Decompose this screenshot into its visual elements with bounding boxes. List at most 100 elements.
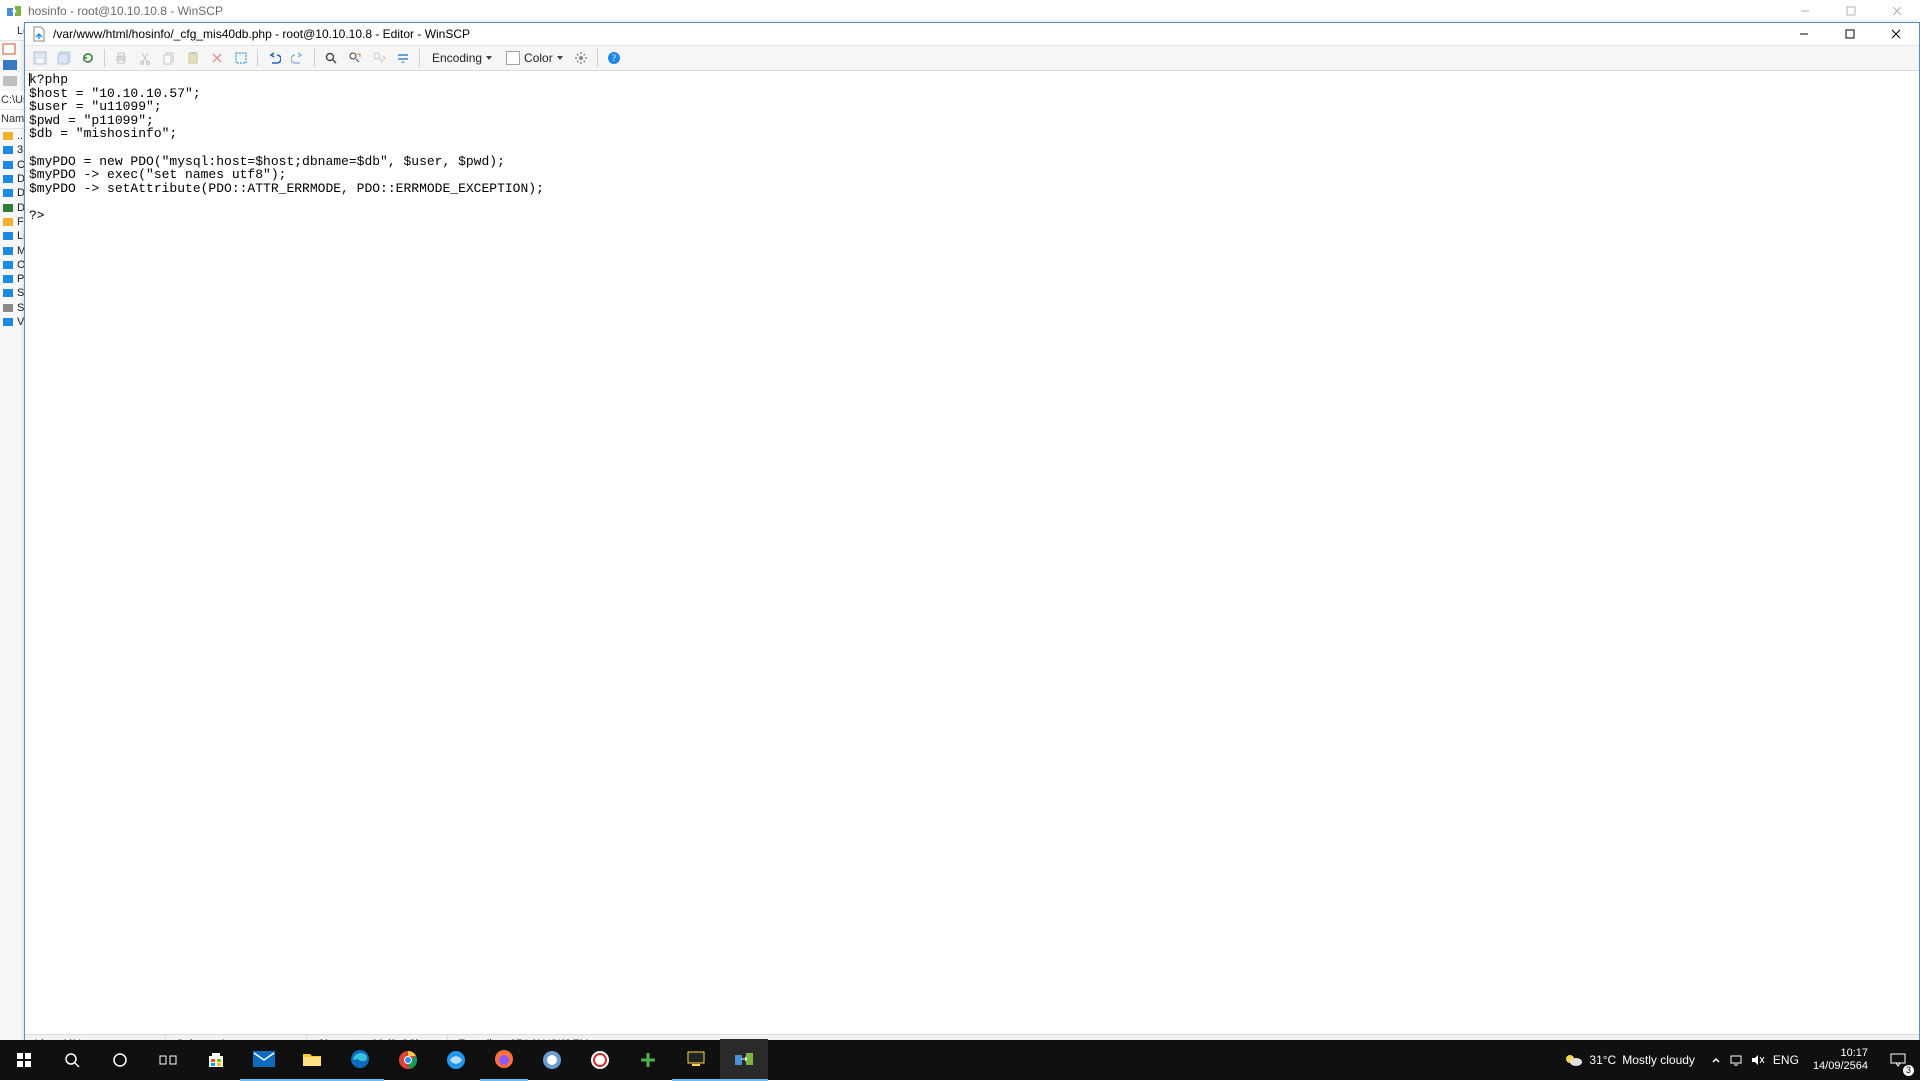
bg-file-row[interactable]: C: [0, 158, 24, 172]
tray-volume-icon[interactable]: [1751, 1054, 1765, 1066]
editor-text-area[interactable]: k?php $host = "10.10.10.57"; $user = "u1…: [25, 71, 1919, 1034]
save-all-button[interactable]: [53, 47, 75, 69]
undo-button[interactable]: [263, 47, 285, 69]
color-dropdown[interactable]: Color: [499, 47, 568, 69]
find-button[interactable]: [320, 47, 342, 69]
bg-file-row[interactable]: Li: [0, 229, 24, 243]
bg-file-row[interactable]: D: [0, 172, 24, 186]
bg-file-row[interactable]: Fa: [0, 215, 24, 229]
file-icon: [1, 272, 15, 286]
bg-loc-label: Loc: [0, 22, 24, 41]
taskbar-app-generic3[interactable]: [576, 1040, 624, 1080]
reload-button[interactable]: [77, 47, 99, 69]
bg-file-row[interactable]: Pi: [0, 272, 24, 286]
editor-maximize-button[interactable]: [1827, 23, 1873, 45]
editor-titlebar[interactable]: /var/www/html/hosinfo/_cfg_mis40db.php -…: [25, 23, 1919, 46]
winscp-icon: [6, 3, 22, 19]
file-icon: [1, 301, 15, 315]
file-icon: [1, 201, 15, 215]
file-icon: [1, 258, 15, 272]
editor-minimize-button[interactable]: [1781, 23, 1827, 45]
task-view-button[interactable]: [144, 1040, 192, 1080]
color-label: Color: [524, 51, 553, 65]
tray-network-icon[interactable]: [1729, 1054, 1743, 1066]
print-button[interactable]: [110, 47, 132, 69]
editor-code: k?php $host = "10.10.10.57"; $user = "u1…: [25, 71, 1919, 223]
taskbar-app-chrome[interactable]: [384, 1040, 432, 1080]
file-icon: [1, 244, 15, 258]
weather-temp: 31°C: [1589, 1053, 1616, 1067]
taskbar-app-generic2[interactable]: [528, 1040, 576, 1080]
editor-close-button[interactable]: [1873, 23, 1919, 45]
taskbar-app-mail[interactable]: [240, 1039, 288, 1081]
preferences-button[interactable]: [570, 47, 592, 69]
find-next-button[interactable]: [368, 47, 390, 69]
editor-file-icon: [31, 26, 47, 42]
search-button[interactable]: [48, 1040, 96, 1080]
file-icon: [1, 158, 15, 172]
bg-file-row[interactable]: Vi: [0, 315, 24, 329]
action-center-button[interactable]: 3: [1876, 1040, 1920, 1080]
file-icon: [1, 186, 15, 200]
taskbar-app-store[interactable]: [192, 1040, 240, 1080]
outer-maximize-button[interactable]: [1828, 0, 1874, 22]
taskbar-clock[interactable]: 10:17 14/09/2564: [1805, 1047, 1876, 1073]
weather-icon: [1563, 1052, 1583, 1068]
bg-file-row[interactable]: 3D: [0, 143, 24, 157]
bg-file-row[interactable]: Sa: [0, 286, 24, 300]
bg-file-row[interactable]: O: [0, 258, 24, 272]
replace-button[interactable]: [344, 47, 366, 69]
redo-button[interactable]: [287, 47, 309, 69]
bg-file-label: ..: [17, 130, 23, 142]
system-tray: ENG: [1705, 1053, 1805, 1067]
tray-chevron-up-icon[interactable]: [1711, 1055, 1721, 1065]
start-button[interactable]: [0, 1040, 48, 1080]
tray-lang[interactable]: ENG: [1773, 1053, 1799, 1067]
taskbar-app-putty[interactable]: [672, 1039, 720, 1081]
outer-minimize-button[interactable]: [1782, 0, 1828, 22]
outer-window-titlebar: hosinfo - root@10.10.10.8 - WinSCP: [0, 0, 1920, 23]
goto-line-button[interactable]: [392, 47, 414, 69]
save-button[interactable]: [29, 47, 51, 69]
file-icon: [1, 215, 15, 229]
bg-file-row[interactable]: D: [0, 186, 24, 200]
color-chip-icon: [506, 51, 520, 65]
paste-button[interactable]: [182, 47, 204, 69]
windows-taskbar: 31°C Mostly cloudy ENG 10:17 14/09/2564 …: [0, 1040, 1920, 1080]
bg-file-row[interactable]: ..: [0, 129, 24, 143]
outer-close-button[interactable]: [1874, 0, 1920, 22]
encoding-dropdown[interactable]: Encoding: [425, 47, 497, 69]
chevron-down-icon: [486, 56, 492, 60]
text-cursor: [29, 73, 30, 86]
clock-date: 14/09/2564: [1813, 1060, 1868, 1073]
taskbar-app-edge[interactable]: [336, 1039, 384, 1081]
file-icon: [1, 315, 15, 329]
copy-button[interactable]: [158, 47, 180, 69]
taskbar-app-explorer[interactable]: [288, 1039, 336, 1081]
help-button[interactable]: ?: [603, 47, 625, 69]
weather-desc: Mostly cloudy: [1622, 1053, 1695, 1067]
encoding-label: Encoding: [432, 51, 482, 65]
bg-file-row[interactable]: M: [0, 243, 24, 257]
taskbar-app-winscp[interactable]: [720, 1039, 768, 1081]
file-icon: [1, 172, 15, 186]
cortana-button[interactable]: [96, 1040, 144, 1080]
file-icon: [1, 229, 15, 243]
bg-file-row[interactable]: D: [0, 200, 24, 214]
bg-file-row[interactable]: Se: [0, 301, 24, 315]
file-icon: [1, 129, 15, 143]
editor-window: /var/www/html/hosinfo/_cfg_mis40db.php -…: [24, 22, 1920, 1054]
outer-window-title: hosinfo - root@10.10.10.8 - WinSCP: [28, 4, 223, 18]
taskbar-app-plus[interactable]: [624, 1040, 672, 1080]
editor-title: /var/www/html/hosinfo/_cfg_mis40db.php -…: [53, 27, 470, 41]
select-all-button[interactable]: [230, 47, 252, 69]
cut-button[interactable]: [134, 47, 156, 69]
chevron-down-icon: [557, 56, 563, 60]
file-icon: [1, 143, 15, 157]
delete-button[interactable]: [206, 47, 228, 69]
taskbar-app-generic1[interactable]: [432, 1040, 480, 1080]
bg-path-label: C:\Us: [0, 91, 24, 110]
taskbar-weather[interactable]: 31°C Mostly cloudy: [1553, 1052, 1705, 1068]
notification-badge: 3: [1903, 1065, 1914, 1076]
taskbar-app-firefox[interactable]: [480, 1039, 528, 1081]
